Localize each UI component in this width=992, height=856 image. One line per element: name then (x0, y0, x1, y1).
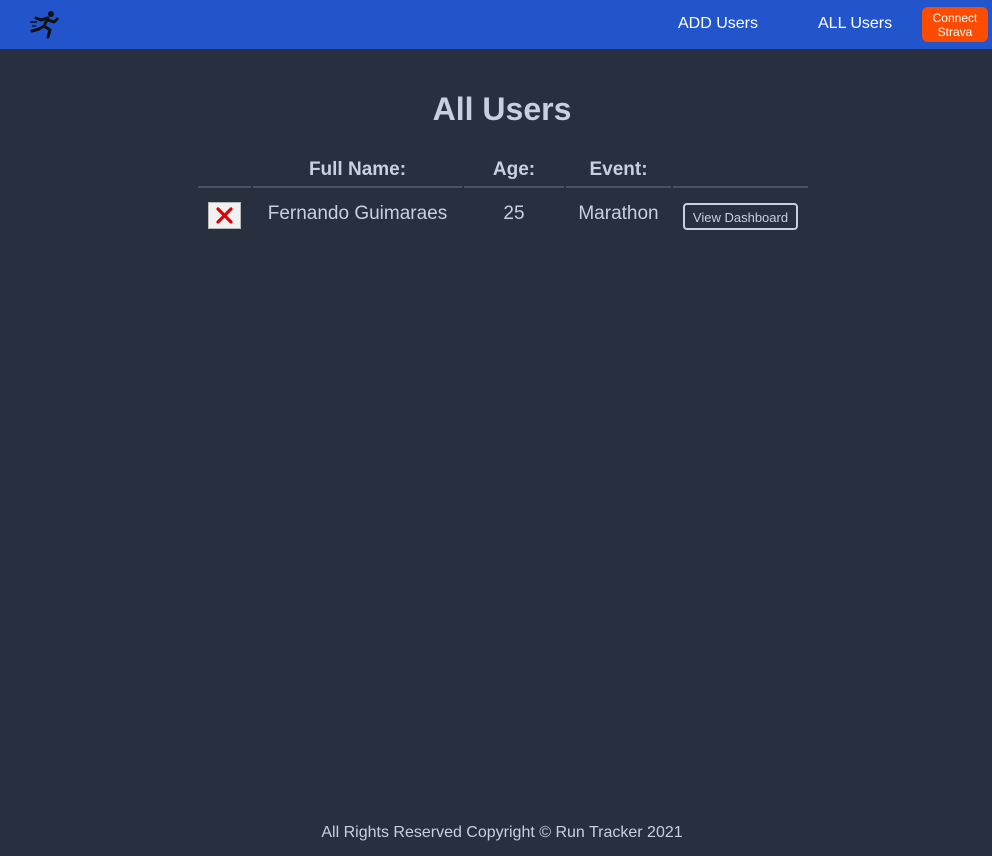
connect-strava-label: Connect Strava (932, 10, 978, 39)
top-navbar: ADD Users ALL Users Connect Strava (0, 0, 992, 49)
user-full-name: Fernando Guimaraes (267, 203, 448, 224)
connect-strava-button[interactable]: Connect Strava (922, 7, 988, 42)
nav-all-users[interactable]: ALL Users (818, 15, 892, 33)
close-icon (216, 207, 233, 224)
table-header-age: Age: (464, 158, 564, 188)
nav-add-users[interactable]: ADD Users (678, 15, 758, 33)
table-header-action (673, 158, 808, 188)
footer-copyright: All Rights Reserved Copyright © Run Trac… (321, 824, 683, 841)
table-header-event: Event: (566, 158, 671, 188)
table-header-full-name: Full Name: (253, 158, 462, 188)
delete-user-button[interactable] (208, 202, 241, 229)
user-age: 25 (503, 203, 525, 224)
user-event: Marathon (578, 203, 659, 224)
table-header-delete (198, 158, 251, 188)
runner-icon[interactable] (28, 9, 62, 39)
view-dashboard-button[interactable]: View Dashboard (683, 203, 798, 230)
page-title: All Users (432, 91, 572, 127)
